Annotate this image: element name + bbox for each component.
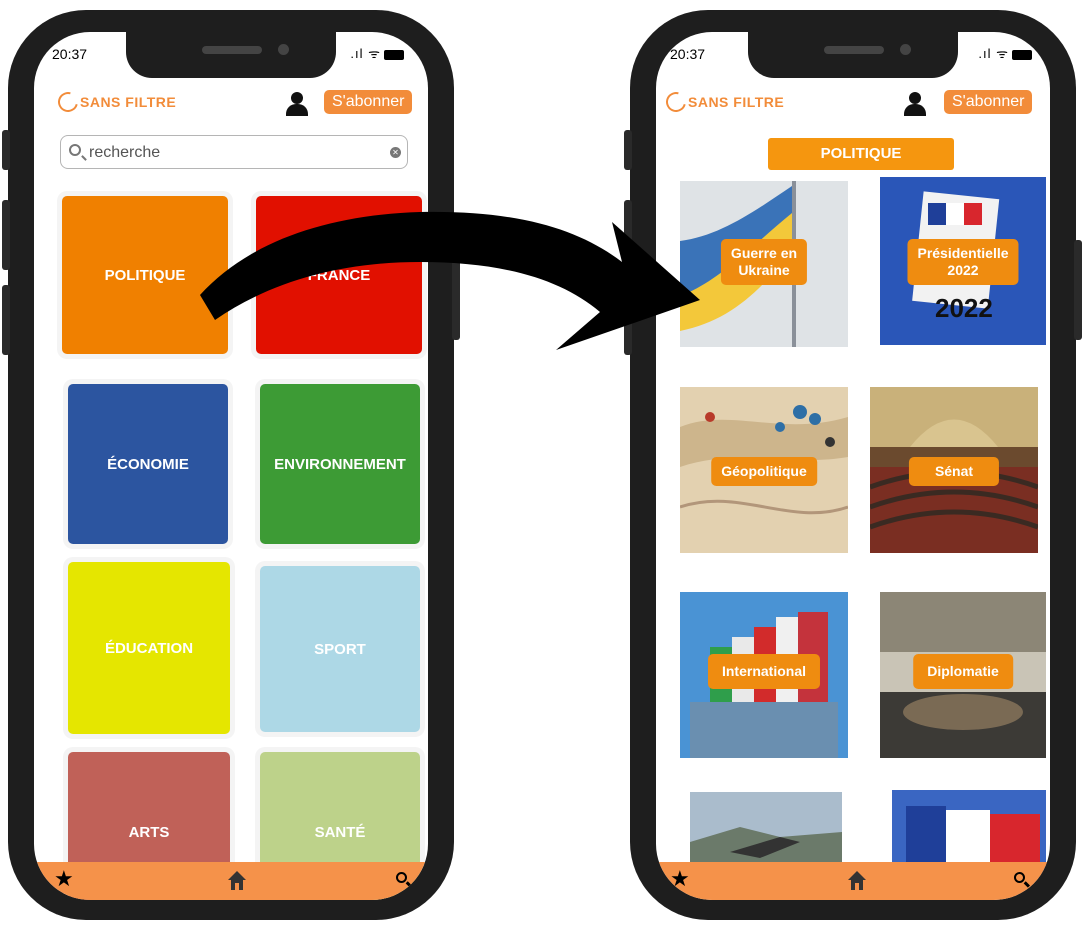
star-icon[interactable]: ★ [670, 868, 690, 890]
phone-volume-down [624, 285, 632, 355]
category-label: FRANCE [307, 266, 371, 284]
search-icon[interactable] [396, 872, 407, 883]
brand-name: SANS FILTRE [688, 94, 785, 110]
brand-logo[interactable]: SANS FILTRE [662, 88, 785, 116]
section-title-button[interactable]: POLITIQUE [768, 138, 954, 170]
topic-card-geopolitique[interactable]: Géopolitique [680, 387, 848, 553]
star-icon[interactable]: ★ [54, 868, 74, 890]
topic-label: Guerre en Ukraine [720, 239, 808, 285]
user-icon[interactable] [286, 92, 308, 116]
bottom-nav: ★ [656, 862, 1050, 900]
category-tile-sport[interactable]: SPORT [260, 566, 420, 732]
search-input[interactable] [87, 141, 381, 165]
battery-icon [384, 49, 404, 60]
category-label: ÉDUCATION [104, 639, 194, 657]
home-icon[interactable] [848, 871, 866, 891]
home-icon[interactable] [228, 871, 246, 891]
speaker [824, 46, 884, 54]
category-tile-education[interactable]: ÉDUCATION [68, 562, 230, 734]
clear-search-icon[interactable]: ✕ [390, 147, 401, 158]
topic-card-presidentielle-2022[interactable]: 2022 Présidentielle 2022 [880, 177, 1046, 345]
category-label: POLITIQUE [104, 266, 186, 284]
category-tile-environnement[interactable]: ENVIRONNEMENT [260, 384, 420, 544]
search-bar: ✕ [60, 135, 408, 169]
phone-volume-up [2, 200, 10, 270]
search-magnifier-icon [69, 144, 81, 156]
topic-label: Présidentielle 2022 [907, 239, 1019, 285]
topic-label: Diplomatie [913, 654, 1013, 689]
phone-mute-switch [2, 130, 10, 170]
brand-logo[interactable]: SANS FILTRE [54, 88, 177, 116]
category-label: ENVIRONNEMENT [274, 455, 406, 473]
topic-card-senat[interactable]: Sénat [870, 387, 1038, 553]
category-tile-politique[interactable]: POLITIQUE [62, 196, 228, 354]
topic-label: Sénat [908, 457, 1000, 486]
status-icons: .ıl ᯤ [978, 44, 1032, 62]
category-label: ARTS [128, 823, 170, 841]
topic-card-defense[interactable] [690, 792, 842, 872]
topic-label: Géopolitique [711, 457, 817, 486]
ballot-year-text: 2022 [935, 293, 993, 323]
phone-power-button [1074, 240, 1082, 340]
category-label: ÉCONOMIE [107, 455, 189, 473]
camera [278, 44, 289, 55]
subscribe-button[interactable]: S'abonner [944, 90, 1033, 114]
right-phone: 20:37 .ıl ᯤ SANS FILTRE S'abonner POLITI… [624, 10, 1082, 920]
phone-power-button [452, 240, 460, 340]
left-screen: 20:37 .ıl ᯤ SANS FILTRE S'abonner ✕ POLI… [34, 32, 428, 900]
category-label: SANTÉ [314, 823, 366, 841]
topic-card-international[interactable]: International [680, 592, 848, 758]
right-screen: 20:37 .ıl ᯤ SANS FILTRE S'abonner POLITI… [656, 32, 1050, 900]
user-icon[interactable] [904, 92, 926, 116]
subscribe-button[interactable]: S'abonner [324, 90, 413, 114]
notch [126, 32, 336, 78]
category-tile-france[interactable]: FRANCE [256, 196, 422, 354]
topic-card-guerre-ukraine[interactable]: Guerre en Ukraine [680, 181, 848, 347]
fighter-jet-image [690, 792, 842, 872]
topic-card-diplomatie[interactable]: Diplomatie [880, 592, 1046, 758]
left-phone: 20:37 .ıl ᯤ SANS FILTRE S'abonner ✕ POLI… [2, 10, 460, 920]
speaker [202, 46, 262, 54]
phone-volume-up [624, 200, 632, 270]
brand-name: SANS FILTRE [80, 94, 177, 110]
topic-label: International [707, 654, 821, 689]
phone-volume-down [2, 285, 10, 355]
category-tile-economie[interactable]: ÉCONOMIE [68, 384, 228, 544]
status-icons: .ıl ᯤ [350, 44, 404, 62]
signal-wifi-icon: .ıl ᯤ [978, 46, 1009, 61]
bottom-nav: ★ [34, 862, 428, 900]
status-time: 20:37 [670, 46, 706, 62]
category-label: SPORT [314, 640, 366, 658]
search-icon[interactable] [1014, 872, 1025, 883]
logo-ring-icon [662, 88, 690, 116]
signal-wifi-icon: .ıl ᯤ [350, 46, 381, 61]
status-time: 20:37 [52, 46, 88, 62]
battery-icon [1012, 49, 1032, 60]
logo-ring-icon [54, 88, 82, 116]
topic-card-france[interactable] [892, 790, 1046, 872]
camera [900, 44, 911, 55]
phone-mute-switch [624, 130, 632, 170]
french-flag-image [892, 790, 1046, 872]
notch [748, 32, 958, 78]
